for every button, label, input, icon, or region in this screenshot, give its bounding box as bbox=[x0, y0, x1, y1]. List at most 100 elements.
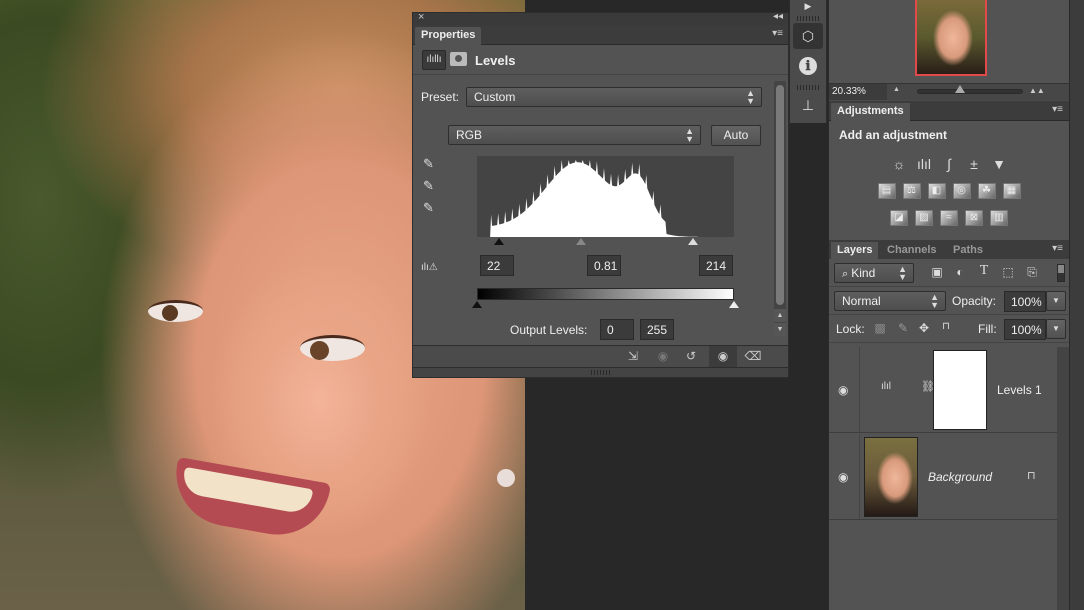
invert-icon[interactable]: ◪ bbox=[890, 210, 908, 226]
filter-pixel-icon[interactable]: ▣ bbox=[930, 265, 944, 279]
blend-mode-select[interactable]: Normal ▲ ▼ bbox=[834, 291, 946, 311]
lock-transparent-icon[interactable]: ▩ bbox=[873, 321, 887, 335]
adjustments-panel: Add an adjustment ☼ ılıl ∫ ± ▼ ▤ ⚖ ◧ ◎ ☘ ▦ ◪ ▨ ≈ ⊠ ▥ bbox=[829, 121, 1069, 240]
zoom-out-icon[interactable]: ▲ bbox=[893, 86, 900, 93]
layer-name[interactable]: Levels 1 bbox=[997, 383, 1042, 397]
play-action-icon[interactable]: ▶ bbox=[793, 0, 823, 12]
panel-menu-icon[interactable]: ▾≡ bbox=[1052, 104, 1063, 115]
filter-smart-object-icon[interactable]: ⎘ bbox=[1025, 265, 1039, 280]
input-gamma-field[interactable]: 0.81 bbox=[587, 255, 621, 276]
tab-layers[interactable]: Layers bbox=[831, 242, 879, 260]
filter-toggle-switch[interactable] bbox=[1057, 264, 1065, 282]
navigator-zoom-field[interactable]: 20.33% bbox=[829, 84, 887, 100]
clipping-warning-icon[interactable]: ılı⚠ bbox=[421, 262, 438, 273]
layer-mask-thumbnail[interactable] bbox=[933, 350, 987, 430]
posterize-icon[interactable]: ▨ bbox=[915, 210, 933, 226]
delete-icon[interactable]: ⌫ bbox=[743, 349, 763, 365]
mask-icon[interactable] bbox=[450, 52, 467, 66]
photo-filter-icon[interactable]: ◎ bbox=[952, 183, 971, 199]
scroll-up-button[interactable]: ▲ bbox=[774, 309, 786, 322]
properties-scrollbar[interactable]: ▲ ▼ bbox=[774, 81, 786, 336]
color-lookup-icon[interactable]: ▦ bbox=[1002, 183, 1021, 199]
gray-point-eyedropper-icon[interactable]: ✎ bbox=[423, 178, 439, 194]
properties-panel-titlebar[interactable]: × ◂◂ bbox=[413, 11, 788, 25]
layer-row-background[interactable]: ◉ Background ⊓ bbox=[829, 434, 1057, 520]
channel-mixer-icon[interactable]: ☘ bbox=[977, 183, 996, 199]
brightness-contrast-icon[interactable]: ☼ bbox=[890, 156, 908, 172]
input-white-slider[interactable] bbox=[687, 238, 698, 245]
fill-field[interactable]: 100% bbox=[1004, 319, 1046, 340]
panel-resize-grip[interactable] bbox=[413, 367, 788, 377]
output-white-field[interactable]: 255 bbox=[640, 319, 674, 340]
filter-kind-select[interactable]: ⌕ Kind ▲ ▼ bbox=[834, 263, 914, 283]
view-previous-state-icon[interactable]: ◉ bbox=[653, 349, 673, 365]
auto-button[interactable]: Auto bbox=[711, 125, 761, 146]
black-white-icon[interactable]: ◧ bbox=[927, 183, 946, 199]
info-icon: ℹ bbox=[799, 57, 817, 75]
panel-group-grip[interactable] bbox=[797, 16, 819, 21]
tab-paths[interactable]: Paths bbox=[947, 242, 989, 260]
info-panel-button[interactable]: ℹ bbox=[793, 53, 823, 79]
panel-menu-icon[interactable]: ▾≡ bbox=[772, 28, 783, 39]
lock-all-icon[interactable]: ⊓ bbox=[939, 321, 953, 332]
photo-right-eye bbox=[300, 335, 365, 361]
layer-name[interactable]: Background bbox=[928, 470, 992, 484]
filter-adjustment-icon[interactable]: ◐ bbox=[953, 265, 967, 279]
tab-channels[interactable]: Channels bbox=[881, 242, 943, 260]
threshold-icon[interactable]: ≈ bbox=[940, 210, 958, 226]
opacity-field[interactable]: 100% bbox=[1004, 291, 1046, 312]
preset-select[interactable]: Custom ▲ ▼ bbox=[466, 87, 762, 107]
clone-source-panel-button[interactable]: ⊥ bbox=[793, 92, 823, 118]
zoom-slider-thumb[interactable] bbox=[955, 85, 965, 93]
panel-group-grip[interactable] bbox=[797, 85, 819, 90]
output-white-slider[interactable] bbox=[729, 301, 739, 308]
output-black-slider[interactable] bbox=[472, 301, 482, 308]
layer-visibility-toggle[interactable]: ◉ bbox=[829, 434, 860, 519]
fill-dropdown-button[interactable]: ▼ bbox=[1046, 319, 1066, 339]
scroll-down-button[interactable]: ▼ bbox=[774, 323, 786, 336]
lock-position-icon[interactable]: ✥ bbox=[917, 321, 931, 335]
hue-saturation-icon[interactable]: ▤ bbox=[877, 183, 896, 199]
input-gamma-slider[interactable] bbox=[576, 238, 587, 245]
levels-adjustment-icon[interactable]: ılıllı bbox=[422, 50, 446, 70]
input-black-field[interactable]: 22 bbox=[480, 255, 514, 276]
levels-icon[interactable]: ılıl bbox=[915, 156, 933, 172]
collapse-icon[interactable]: ◂◂ bbox=[773, 11, 783, 22]
layer-thumbnail[interactable] bbox=[864, 437, 918, 517]
zoom-in-icon[interactable]: ▲▲ bbox=[1029, 86, 1045, 95]
layer-visibility-toggle[interactable]: ◉ bbox=[829, 347, 860, 432]
output-black-field[interactable]: 0 bbox=[600, 319, 634, 340]
reset-icon[interactable]: ↺ bbox=[681, 349, 701, 365]
selective-color-icon[interactable]: ⊠ bbox=[965, 210, 983, 226]
input-black-slider[interactable] bbox=[494, 238, 505, 245]
input-white-field[interactable]: 214 bbox=[699, 255, 733, 276]
vibrance-icon[interactable]: ▼ bbox=[990, 156, 1008, 172]
exposure-icon[interactable]: ± bbox=[965, 156, 983, 172]
histogram-area bbox=[477, 160, 734, 237]
curves-icon[interactable]: ∫ bbox=[940, 156, 958, 172]
white-point-eyedropper-icon[interactable]: ✎ bbox=[423, 200, 439, 216]
filter-shape-icon[interactable]: ⬚ bbox=[1001, 265, 1015, 279]
layer-row-levels-1[interactable]: ◉ ılıl ⛓ Levels 1 bbox=[829, 347, 1057, 433]
select-arrows-icon: ▲ ▼ bbox=[685, 126, 694, 144]
filter-type-icon[interactable]: T bbox=[977, 263, 991, 279]
channel-select[interactable]: RGB ▲ ▼ bbox=[448, 125, 701, 145]
close-icon[interactable]: × bbox=[418, 11, 424, 23]
navigator-zoom-slider[interactable] bbox=[917, 85, 1023, 94]
panel-menu-icon[interactable]: ▾≡ bbox=[1052, 243, 1063, 254]
black-point-eyedropper-icon[interactable]: ✎ bbox=[423, 156, 439, 172]
gradient-map-icon[interactable]: ▥ bbox=[990, 210, 1008, 226]
3d-panel-button[interactable]: ⬡ bbox=[793, 23, 823, 49]
scrollbar-thumb[interactable] bbox=[776, 85, 784, 305]
opacity-dropdown-button[interactable]: ▼ bbox=[1046, 291, 1066, 311]
tab-adjustments[interactable]: Adjustments bbox=[831, 103, 910, 121]
navigator-thumbnail[interactable] bbox=[915, 0, 987, 76]
properties-tabbar: Properties ▾≡ bbox=[413, 25, 788, 45]
clone-source-icon: ⊥ bbox=[801, 96, 815, 113]
clip-to-layer-icon[interactable]: ⇲ bbox=[623, 349, 643, 365]
layers-scrollbar[interactable] bbox=[1057, 347, 1069, 610]
color-balance-icon[interactable]: ⚖ bbox=[902, 183, 921, 199]
lock-pixels-icon[interactable]: ✎ bbox=[896, 321, 910, 335]
tab-properties[interactable]: Properties bbox=[415, 27, 482, 45]
toggle-visibility-icon[interactable]: ◉ bbox=[709, 346, 737, 367]
